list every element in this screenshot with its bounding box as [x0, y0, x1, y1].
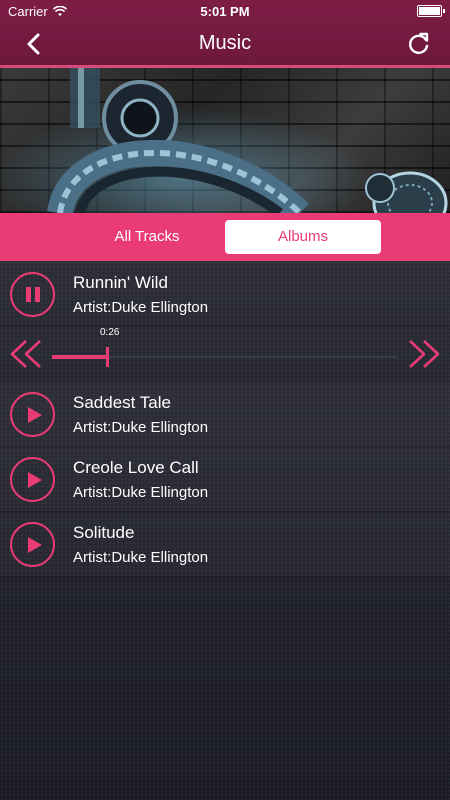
track-row[interactable]: Saddest Tale Artist:Duke Ellington [0, 383, 450, 447]
track-row[interactable]: Creole Love Call Artist:Duke Ellington [0, 448, 450, 512]
status-time: 5:01 PM [200, 4, 250, 19]
pause-icon [26, 287, 40, 302]
track-artist: Artist:Duke Ellington [73, 484, 209, 501]
rewind-icon[interactable] [8, 339, 44, 369]
track-title: Runnin' Wild [73, 273, 168, 292]
refresh-icon[interactable] [406, 31, 432, 57]
track-title: Solitude [73, 523, 135, 542]
tab-albums[interactable]: Albums [225, 220, 381, 254]
play-button[interactable] [10, 522, 55, 567]
track-artist: Artist:Duke Ellington [73, 549, 209, 566]
headphones-artwork [0, 68, 448, 213]
pause-button[interactable] [10, 272, 55, 317]
elapsed-time: 0:26 [100, 327, 120, 338]
play-button[interactable] [10, 457, 55, 502]
header: Carrier 5:01 PM Music [0, 0, 450, 68]
track-title: Creole Love Call [73, 458, 199, 477]
play-icon [28, 407, 42, 423]
battery-icon [417, 5, 445, 17]
track-row[interactable]: Solitude Artist:Duke Ellington [0, 513, 450, 577]
track-artist: Artist:Duke Ellington [73, 419, 209, 436]
status-bar: Carrier 5:01 PM [0, 0, 450, 22]
play-button[interactable] [10, 392, 55, 437]
track-row-now-playing[interactable]: Runnin' Wild Artist:Duke Ellington [0, 263, 450, 327]
navigation-bar: Music [0, 22, 450, 66]
play-icon [28, 537, 42, 553]
progress-handle[interactable] [106, 347, 109, 367]
play-icon [28, 472, 42, 488]
fast-forward-icon[interactable] [406, 339, 442, 369]
playback-controls: 0:26 [0, 325, 450, 380]
track-artist: Artist:Duke Ellington [73, 299, 209, 316]
banner-image [0, 68, 450, 213]
track-title: Saddest Tale [73, 393, 171, 412]
tab-all-tracks[interactable]: All Tracks [69, 220, 225, 254]
page-title: Music [198, 32, 252, 54]
progress-fill [52, 355, 107, 359]
segmented-control: All Tracks Albums [0, 213, 450, 261]
